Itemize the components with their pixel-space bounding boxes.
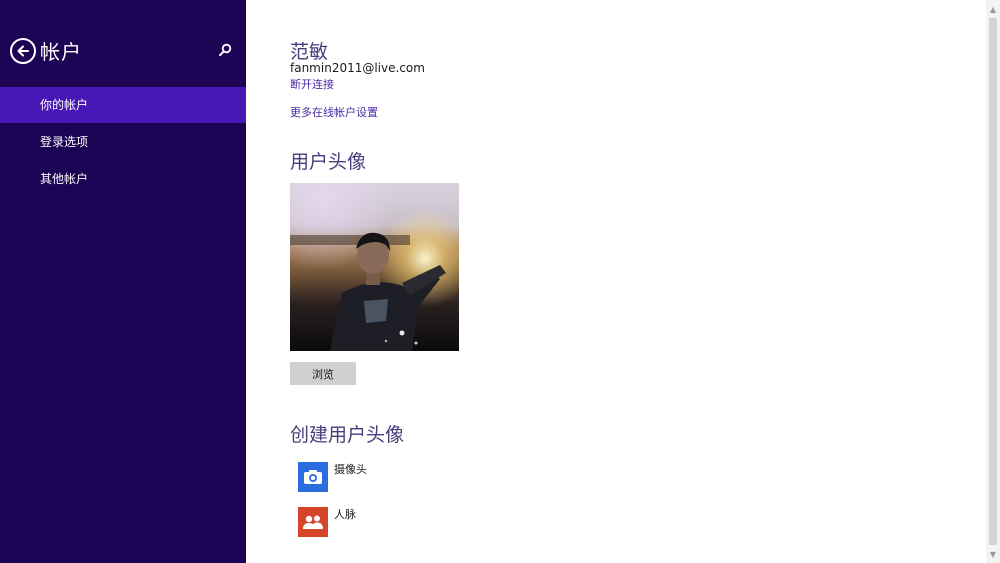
scrollbar-thumb[interactable] xyxy=(989,18,997,545)
camera-icon xyxy=(304,470,322,484)
create-avatar-section-title: 创建用户头像 xyxy=(290,424,405,446)
search-icon[interactable] xyxy=(218,43,232,57)
scroll-up-arrow-icon[interactable]: ▲ xyxy=(986,2,1000,16)
camera-tile xyxy=(298,462,328,492)
browse-button[interactable]: 浏览 xyxy=(290,362,356,385)
more-online-settings-link[interactable]: 更多在线帐户设置 xyxy=(290,104,378,120)
back-button[interactable] xyxy=(10,38,36,64)
sidebar-item-label: 你的帐户 xyxy=(40,98,89,112)
avatar xyxy=(290,183,459,351)
people-tile xyxy=(298,507,328,537)
account-name: 范敏 xyxy=(290,41,329,63)
sidebar-title: 帐户 xyxy=(40,40,82,64)
sidebar-item-label: 其他帐户 xyxy=(40,172,89,186)
vertical-scrollbar[interactable]: ▲ ▼ xyxy=(986,0,1000,563)
scroll-down-arrow-icon[interactable]: ▼ xyxy=(986,547,1000,561)
avatar-photo xyxy=(290,232,446,351)
back-arrow-icon xyxy=(17,45,29,57)
disconnect-link[interactable]: 断开连接 xyxy=(290,76,334,92)
people-icon xyxy=(303,515,323,529)
main-content: 范敏 fanmin2011@live.com 断开连接 更多在线帐户设置 用户头… xyxy=(246,0,986,563)
sidebar-item-sign-in-options[interactable]: 登录选项 xyxy=(0,124,246,160)
account-email: fanmin2011@live.com xyxy=(290,61,425,75)
sidebar-item-label: 登录选项 xyxy=(40,135,89,149)
sidebar-item-your-account[interactable]: 你的帐户 xyxy=(0,87,246,123)
people-app-label: 人脉 xyxy=(334,508,356,521)
avatar-section-title: 用户头像 xyxy=(290,151,367,173)
camera-app-label: 摄像头 xyxy=(334,463,367,476)
sidebar: 帐户 你的帐户 登录选项 其他帐户 xyxy=(0,0,246,563)
sidebar-item-other-accounts[interactable]: 其他帐户 xyxy=(0,161,246,197)
